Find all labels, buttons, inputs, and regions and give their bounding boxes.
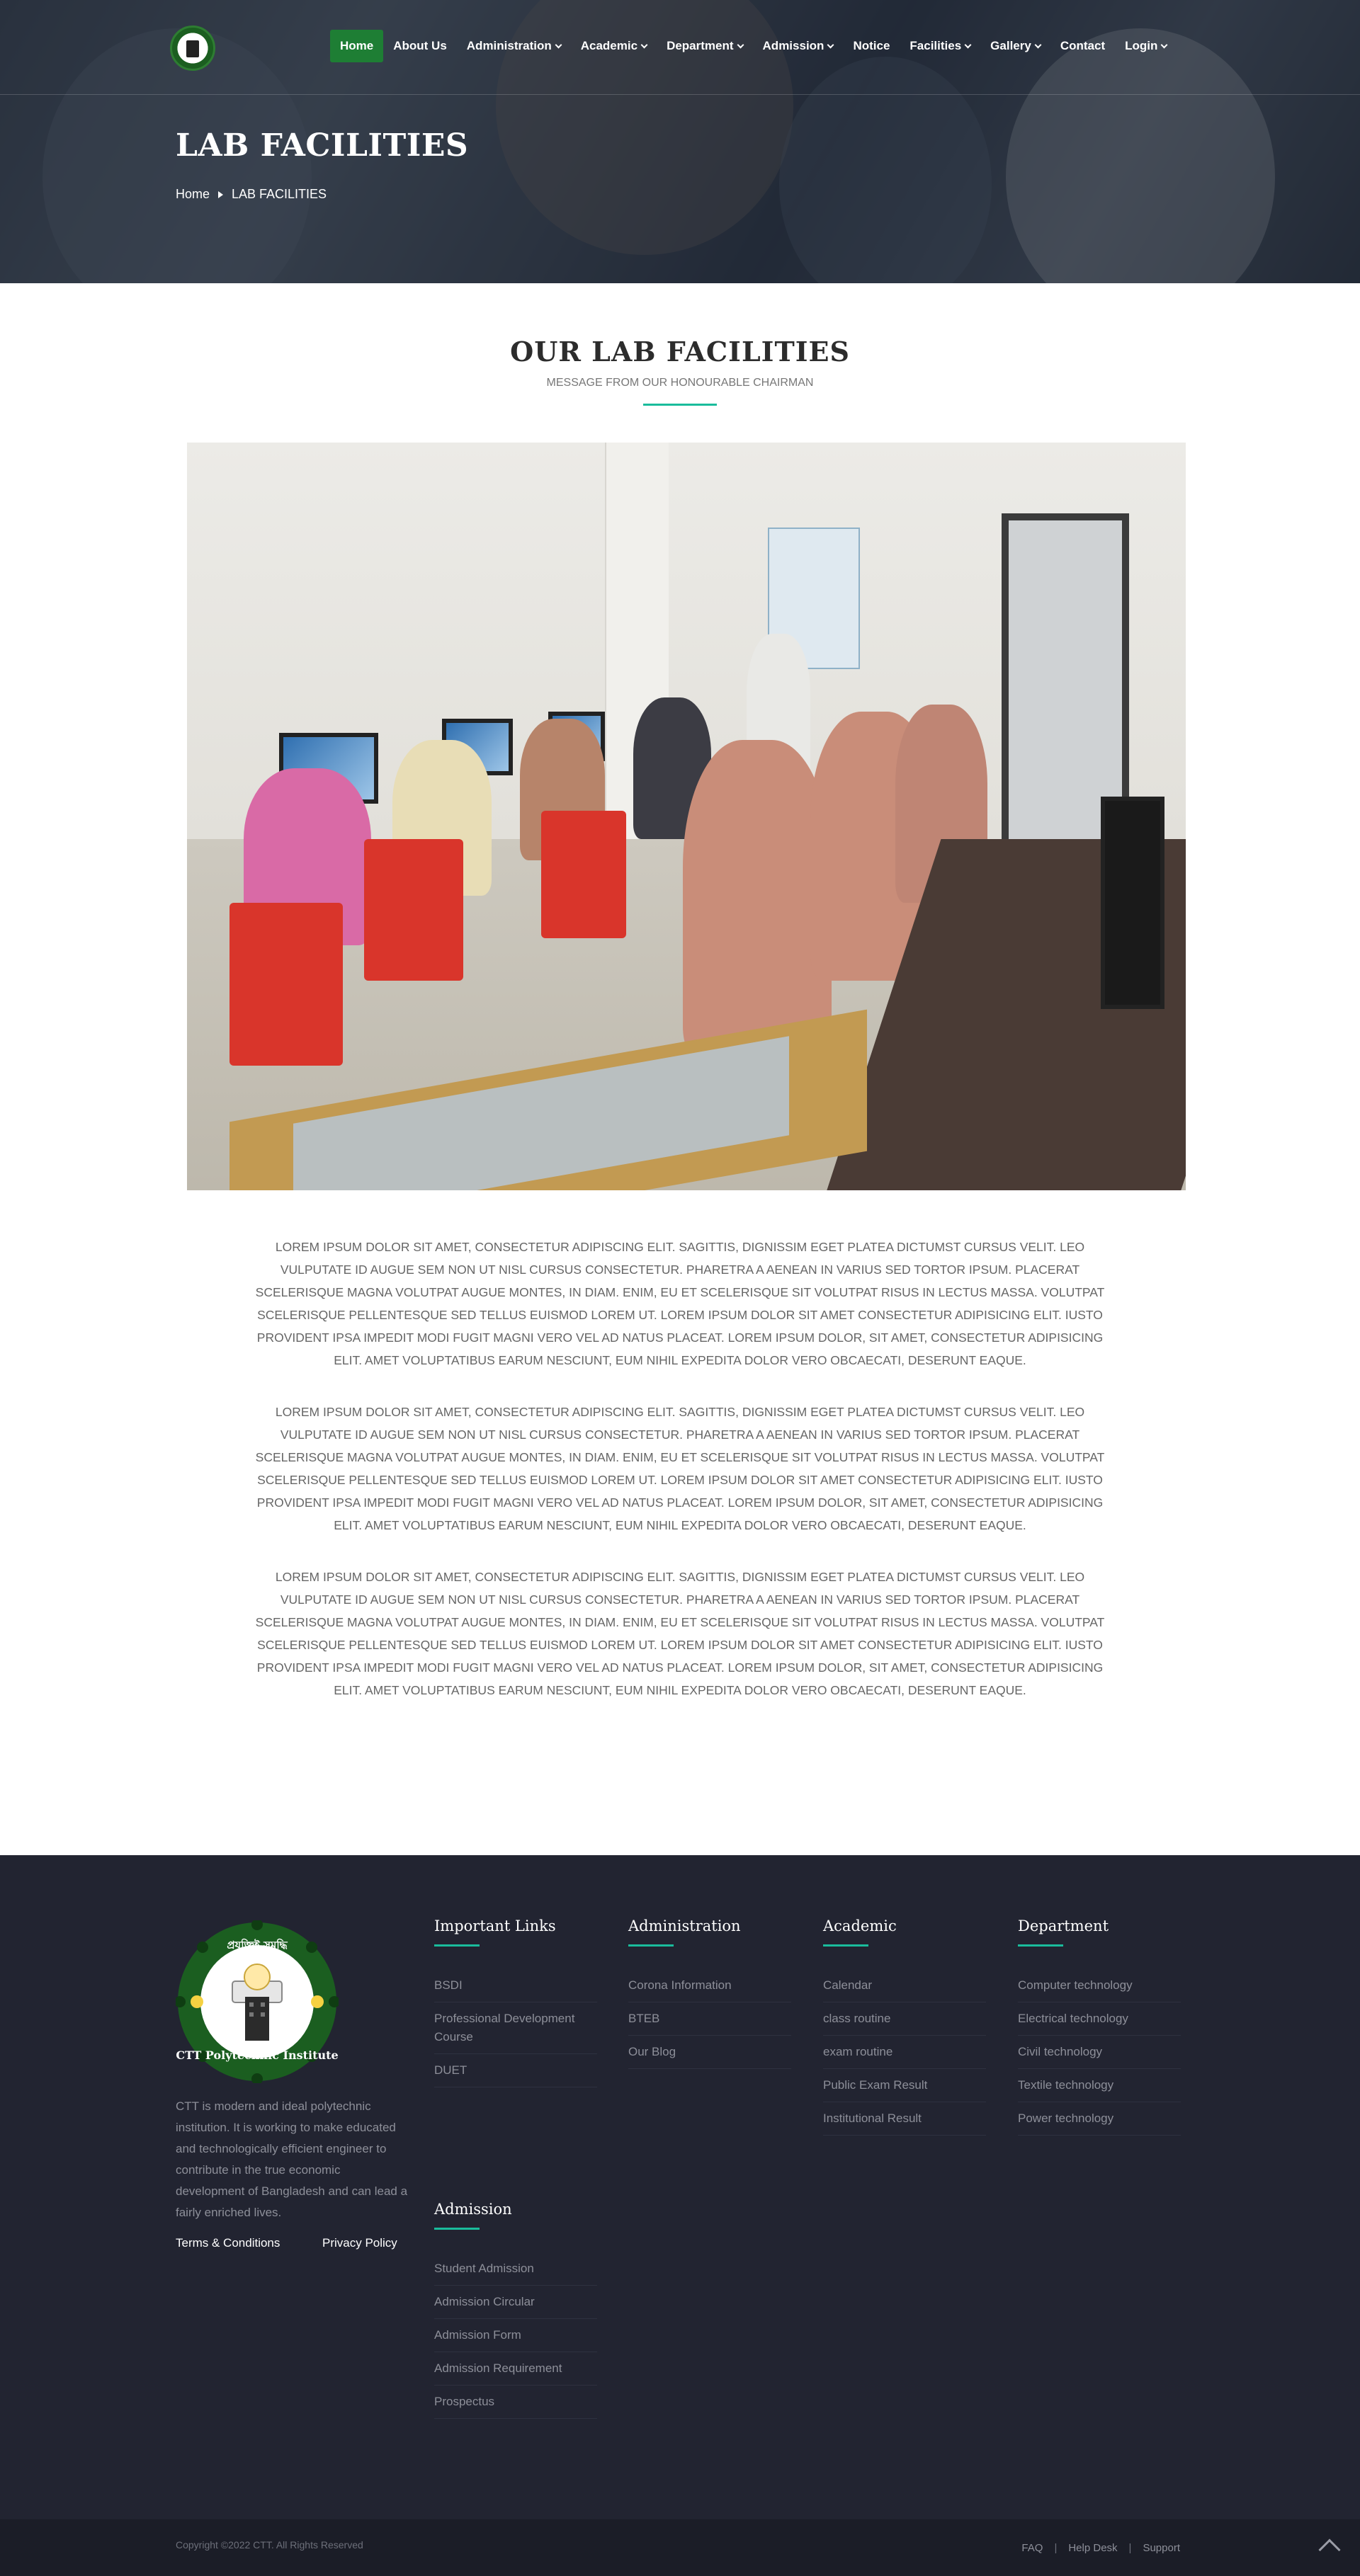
breadcrumb-home[interactable]: Home — [176, 187, 210, 202]
footer-col-underline — [1018, 1944, 1063, 1947]
footer-col-underline — [628, 1944, 674, 1947]
footer-col-title: Administration — [628, 1917, 741, 1934]
content-paragraph: Lorem ipsum dolor sit amet, consectetur … — [255, 1405, 1105, 1532]
nav-department[interactable]: Department — [657, 30, 752, 62]
chevron-down-icon — [737, 41, 744, 48]
chevron-down-icon — [1160, 41, 1168, 48]
footer-link[interactable]: class routine — [823, 2002, 986, 2036]
footer-administration: Administration Corona Information BTEB O… — [628, 1917, 791, 2069]
footer-department: Department Computer technology Electrica… — [1018, 1917, 1181, 2136]
footer-link[interactable]: DUET — [434, 2054, 597, 2087]
site-logo[interactable] — [170, 25, 215, 71]
scroll-to-top-button[interactable] — [1315, 2529, 1346, 2561]
footer-academic: Academic Calendar class routine exam rou… — [823, 1917, 986, 2136]
footer-link[interactable]: Admission Form — [434, 2319, 597, 2352]
footer-link[interactable]: Power technology — [1018, 2102, 1181, 2136]
nav-facilities[interactable]: Facilities — [900, 30, 980, 62]
footer-link[interactable]: Electrical technology — [1018, 2002, 1181, 2036]
page-title: LAB FACILITIES — [176, 127, 469, 164]
nav-admission[interactable]: Admission — [753, 30, 844, 62]
chevron-down-icon — [1034, 41, 1042, 48]
footer-link[interactable]: Civil technology — [1018, 2036, 1181, 2069]
footer-link[interactable]: BSDI — [434, 1969, 597, 2002]
section-divider — [643, 404, 717, 406]
chevron-down-icon — [640, 41, 648, 48]
top-navbar: Home About Us Administration Academic De… — [0, 0, 1360, 95]
footer-col-title: Important Links — [434, 1917, 556, 1934]
content-paragraph: Lorem ipsum dolor sit amet, consectetur … — [255, 1570, 1105, 1697]
separator: | — [1054, 2542, 1058, 2554]
nav-home[interactable]: Home — [330, 30, 384, 62]
footer-col-underline — [434, 1944, 480, 1947]
footer-link[interactable]: Admission Circular — [434, 2286, 597, 2319]
footer-link[interactable]: Public Exam Result — [823, 2069, 986, 2102]
footer-important-links: Important Links BSDI Professional Develo… — [434, 1917, 597, 2087]
footer-link[interactable]: Textile technology — [1018, 2069, 1181, 2102]
faq-link[interactable]: FAQ — [1021, 2542, 1043, 2554]
section-title: OUR LAB FACILITIES — [510, 336, 850, 367]
chevron-down-icon — [827, 41, 834, 48]
footer-link[interactable]: Calendar — [823, 1969, 986, 2002]
help-desk-link[interactable]: Help Desk — [1068, 2542, 1117, 2554]
breadcrumb: Home LAB FACILITIES — [176, 187, 327, 202]
footer-col-underline — [823, 1944, 868, 1947]
nav-academic[interactable]: Academic — [571, 30, 657, 62]
footer-link[interactable]: exam routine — [823, 2036, 986, 2069]
privacy-link[interactable]: Privacy Policy — [322, 2236, 397, 2250]
nav-contact[interactable]: Contact — [1050, 30, 1115, 62]
support-link[interactable]: Support — [1143, 2542, 1180, 2554]
footer-link[interactable]: Prospectus — [434, 2386, 597, 2419]
paragraph-2-wrapper: Lorem ipsum dolor sit amet, consectetur … — [0, 1401, 1360, 1537]
paragraph-3-wrapper: Lorem ipsum dolor sit amet, consectetur … — [0, 1566, 1360, 1702]
footer-link[interactable]: Admission Requirement — [434, 2352, 597, 2386]
institute-logo: প্রযুক্তিই সমৃদ্ধি CTT Polytechnic Insti… — [176, 1920, 339, 2083]
footer-link[interactable]: Corona Information — [628, 1969, 791, 2002]
footer-policy-links: Terms & Conditions Privacy Policy — [176, 2236, 397, 2250]
footer-col-underline — [434, 2228, 480, 2230]
chevron-down-icon — [555, 41, 562, 48]
nav-gallery[interactable]: Gallery — [980, 30, 1050, 62]
svg-text:CTT Polytechnic Institute: CTT Polytechnic Institute — [176, 2048, 338, 2062]
content-paragraph: Lorem ipsum dolor sit amet, consectetur … — [255, 1240, 1105, 1367]
main-nav: Home About Us Administration Academic De… — [330, 30, 1177, 62]
footer-bottom-links: FAQ | Help Desk | Support — [1021, 2542, 1180, 2554]
separator: | — [1128, 2542, 1132, 2554]
breadcrumb-arrow-icon — [218, 190, 224, 198]
chevron-up-icon — [1318, 2538, 1341, 2561]
footer-link[interactable]: Student Admission — [434, 2252, 597, 2286]
footer-col-title: Academic — [823, 1917, 897, 1934]
breadcrumb-current: LAB FACILITIES — [232, 187, 327, 201]
footer-link[interactable]: Professional Development Course — [434, 2002, 597, 2054]
section-subtitle: MESSAGE FROM OUR HONOURABLE CHAIRMAN — [546, 377, 814, 389]
terms-link[interactable]: Terms & Conditions — [176, 2236, 322, 2250]
nav-notice[interactable]: Notice — [843, 30, 900, 62]
footer-col-title: Admission — [434, 2201, 512, 2218]
copyright-text: Copyright ©2022 CTT. All Rights Reserved — [176, 2539, 363, 2551]
footer-admission: Admission Student Admission Admission Ci… — [434, 2201, 597, 2419]
lab-photo — [187, 443, 1186, 1190]
svg-text:প্রযুক্তিই সমৃদ্ধি: প্রযুক্তিই সমৃদ্ধি — [227, 1938, 288, 1953]
nav-administration[interactable]: Administration — [457, 30, 571, 62]
paragraph-1-wrapper: Lorem ipsum dolor sit amet, consectetur … — [0, 1236, 1360, 1372]
nav-about-us[interactable]: About Us — [383, 30, 457, 62]
footer-link[interactable]: Computer technology — [1018, 1969, 1181, 2002]
footer-link[interactable]: BTEB — [628, 2002, 791, 2036]
chevron-down-icon — [964, 41, 972, 48]
footer-col-title: Department — [1018, 1917, 1109, 1934]
nav-login[interactable]: Login — [1115, 30, 1177, 62]
page-hero: Home About Us Administration Academic De… — [0, 0, 1360, 283]
footer-link[interactable]: Our Blog — [628, 2036, 791, 2069]
footer-about-text: CTT is modern and ideal polytechnic inst… — [176, 2099, 408, 2219]
footer-link[interactable]: Institutional Result — [823, 2102, 986, 2136]
